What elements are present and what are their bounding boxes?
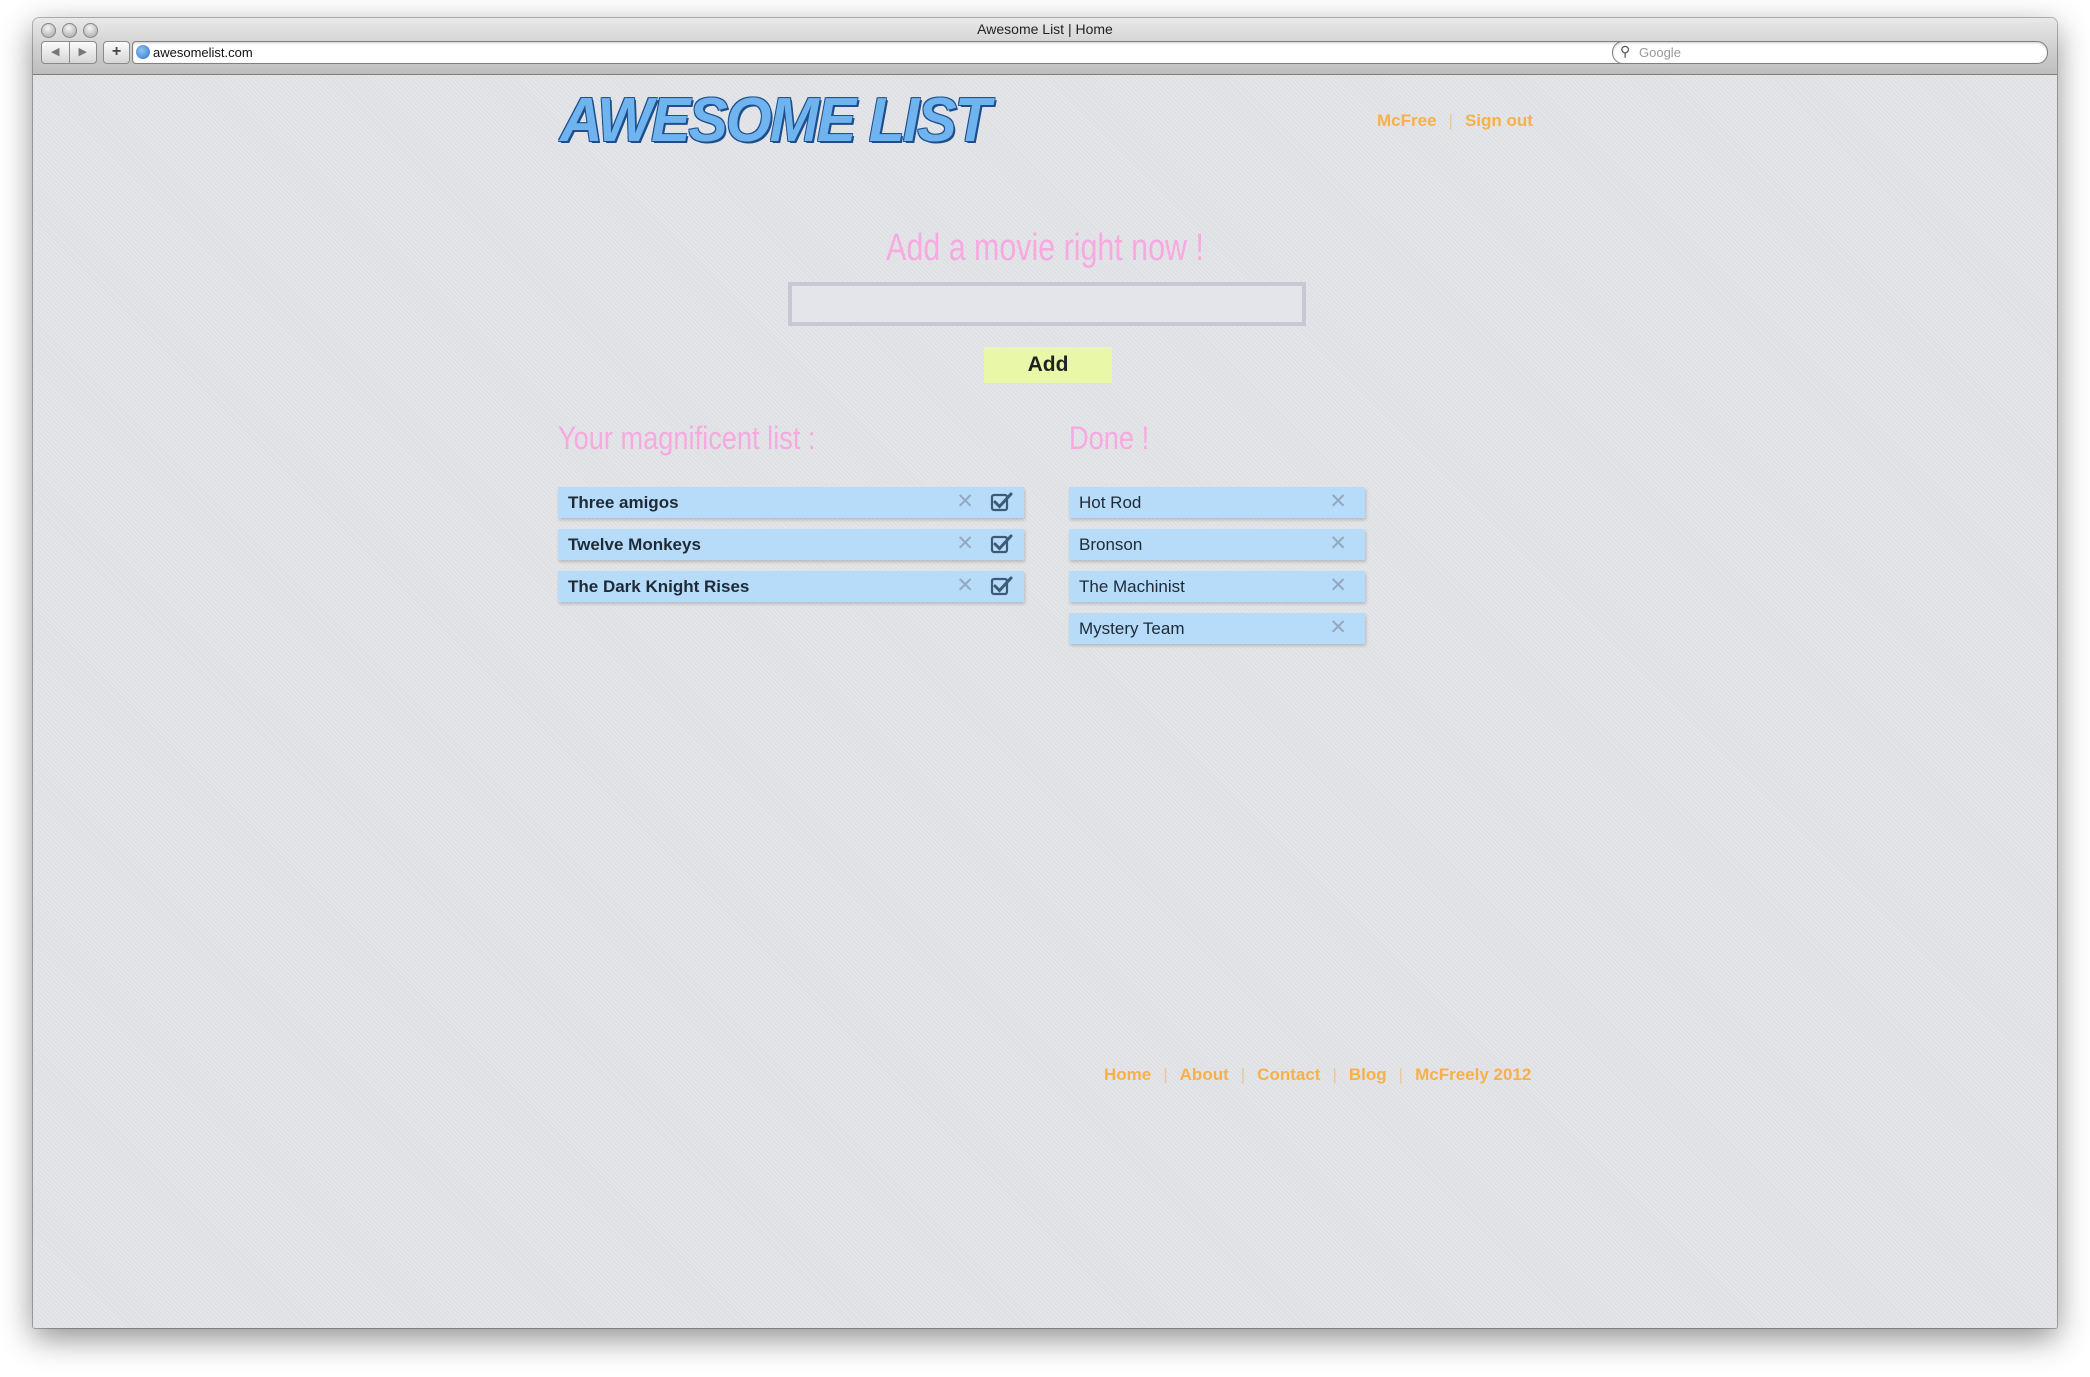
search-field[interactable]: ⚲ Google <box>1612 41 2048 64</box>
movie-title: Mystery Team <box>1079 619 1185 638</box>
add-button[interactable]: Add <box>984 347 1112 383</box>
site-logo[interactable]: AWESOME LIST <box>560 81 1011 161</box>
close-icon[interactable]: ✕ <box>1329 491 1347 513</box>
search-icon: ⚲ <box>1620 43 1631 59</box>
list-item[interactable]: The Machinist ✕ <box>1069 571 1365 602</box>
window-title: Awesome List | Home <box>977 21 1113 37</box>
url-text[interactable]: awesomelist.com <box>153 45 253 60</box>
footer-link[interactable]: Home <box>1104 1065 1151 1084</box>
footer-separator: | <box>1398 1065 1404 1084</box>
footer-separator: | <box>1332 1065 1337 1084</box>
footer-link[interactable]: About <box>1180 1065 1229 1084</box>
list-item[interactable]: Hot Rod ✕ <box>1069 487 1365 518</box>
close-icon[interactable]: ✕ <box>1329 617 1347 639</box>
movie-title: The Machinist <box>1079 577 1185 596</box>
user-link[interactable]: McFree <box>1377 111 1437 130</box>
checkbox-checked-icon[interactable] <box>990 533 1014 555</box>
done-heading: Done ! <box>1069 420 1150 456</box>
signout-link[interactable]: Sign out <box>1465 111 1533 130</box>
nav-separator: | <box>1448 111 1453 130</box>
movie-title: Hot Rod <box>1079 493 1142 512</box>
footer-nav: Home | About | Contact | Blog | McFreely 2012 <box>1104 1065 1531 1085</box>
close-icon[interactable]: ✕ <box>956 491 974 513</box>
back-arrow-icon[interactable]: ◀ <box>42 42 69 63</box>
user-nav: McFree | Sign out <box>1377 111 1533 131</box>
close-icon[interactable]: ✕ <box>1329 533 1347 555</box>
address-bar[interactable]: awesomelist.com ↻ <box>132 41 1636 64</box>
footer-link[interactable]: Blog <box>1349 1065 1387 1084</box>
movie-input[interactable] <box>788 282 1306 326</box>
close-icon[interactable]: ✕ <box>956 533 974 555</box>
history-buttons: ◀ ▶ <box>41 41 97 64</box>
checkbox-checked-icon[interactable] <box>990 575 1014 597</box>
footer-link[interactable]: Contact <box>1257 1065 1320 1084</box>
forward-arrow-icon[interactable]: ▶ <box>68 42 97 63</box>
list-item[interactable]: The Dark Knight Rises ✕ <box>558 571 1024 602</box>
footer-separator: | <box>1163 1065 1168 1084</box>
list-item[interactable]: Three amigos ✕ <box>558 487 1024 518</box>
new-tab-button[interactable]: + <box>103 41 130 64</box>
browser-titlebar: Awesome List | Home ◀ ▶ + awesomelist.co… <box>33 18 2057 75</box>
browser-window: Awesome List | Home ◀ ▶ + awesomelist.co… <box>33 18 2057 1328</box>
list-item[interactable]: Twelve Monkeys ✕ <box>558 529 1024 560</box>
todo-heading: Your magnificent list : <box>558 420 816 456</box>
globe-icon <box>136 45 150 59</box>
list-item[interactable]: Bronson ✕ <box>1069 529 1365 560</box>
page-content: AWESOME LIST McFree | Sign out Add a movie… <box>33 75 2057 1328</box>
footer-link[interactable]: McFreely 2012 <box>1415 1065 1531 1084</box>
done-list: Hot Rod ✕ Bronson ✕ The Machinist ✕ Mystery Te… <box>1069 487 1365 655</box>
movie-title: The Dark Knight Rises <box>568 577 750 596</box>
close-icon[interactable]: ✕ <box>1329 575 1347 597</box>
list-item[interactable]: Mystery Team ✕ <box>1069 613 1365 644</box>
movie-title: Bronson <box>1079 535 1143 554</box>
footer-separator: | <box>1240 1065 1246 1084</box>
checkbox-checked-icon[interactable] <box>990 491 1014 513</box>
search-placeholder: Google <box>1639 45 1681 60</box>
close-icon[interactable]: ✕ <box>956 575 974 597</box>
movie-title: Three amigos <box>568 493 679 512</box>
logo-text: AWESOME LIST <box>560 86 991 155</box>
movie-title: Twelve Monkeys <box>568 535 701 554</box>
todo-list: Three amigos ✕ Twelve Monkeys ✕ The Dark Kni… <box>558 487 1024 613</box>
add-movie-heading: Add a movie right now ! <box>886 227 1204 269</box>
